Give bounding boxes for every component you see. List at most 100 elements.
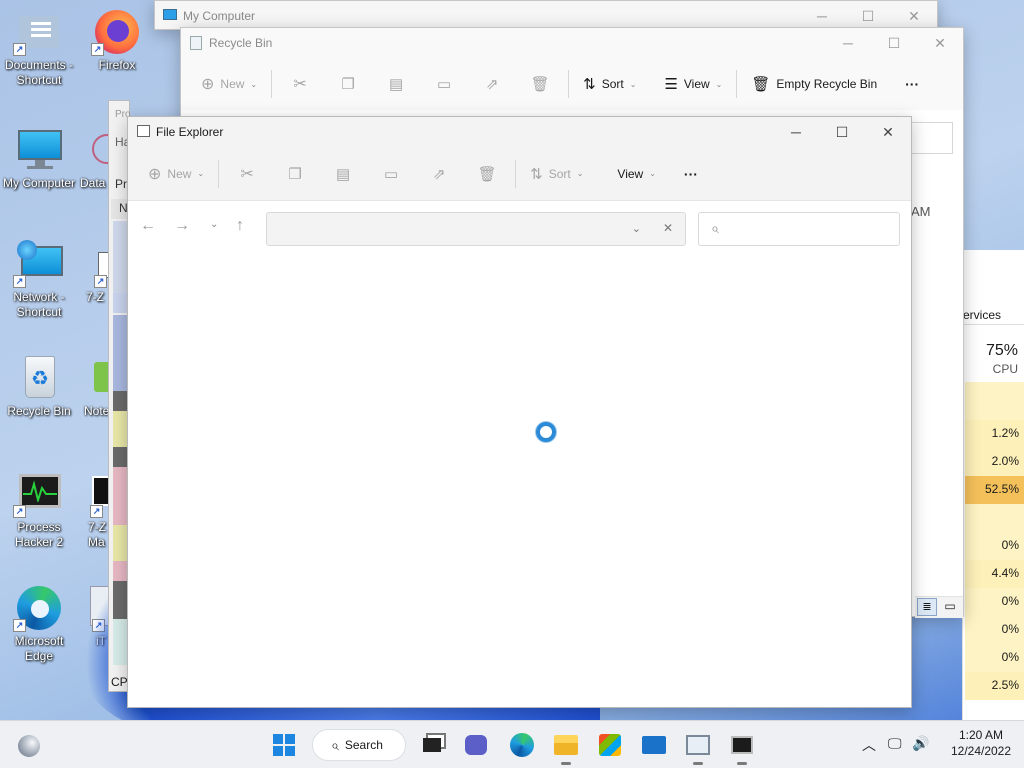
view-button[interactable]: ☰ View ⌄ [654, 68, 732, 100]
trash-icon: 🗑 [530, 76, 550, 93]
file-explorer-icon [137, 125, 150, 137]
forward-arrow-icon[interactable]: → [174, 217, 190, 235]
chevron-up-icon[interactable]: ︿ [862, 735, 876, 755]
more-label: ··· [905, 76, 920, 92]
desktop-icon-notepad[interactable]: Note [78, 354, 108, 419]
sort-button[interactable]: ⇅ Sort ⌄ [573, 68, 646, 100]
plus-circle-icon: ⊕ [148, 165, 162, 183]
edge-icon: ↗ [13, 584, 63, 632]
rename-button[interactable]: ▭ [367, 158, 415, 190]
copy-button[interactable]: ❐ [324, 68, 372, 100]
mail-taskbar-button[interactable] [638, 729, 670, 761]
tiles-view-icon[interactable]: ▭ [941, 598, 959, 616]
recycle-bin-toolbar: ⊕ New ⌄ ✂ ❐ ▤ ▭ ⇗ 🗑 ⇅ Sort ⌄ ☰ View ⌄ 🗑 Empty R… [181, 58, 963, 110]
desktop-icon-firefox[interactable]: ↗ Firefox [78, 8, 156, 73]
address-bar[interactable]: ⌄ ✕ [266, 212, 686, 246]
network-icon[interactable]: 🖵 [888, 735, 902, 752]
clear-icon[interactable]: ✕ [663, 221, 673, 235]
chevron-down-icon[interactable]: ⌄ [632, 222, 641, 235]
desktop-icon-recycle-bin[interactable]: ♻ Recycle Bin [0, 354, 78, 419]
up-arrow-icon[interactable]: ↑ [236, 217, 244, 235]
copy-button[interactable]: ❐ [271, 158, 319, 190]
share-button[interactable]: ⇗ [468, 68, 516, 100]
search-box-fragment[interactable] [909, 122, 953, 154]
empty-recycle-bin-button[interactable]: 🗑 Empty Recycle Bin [741, 68, 887, 100]
share-button[interactable]: ⇗ [415, 158, 463, 190]
search-input[interactable]: ⌕ [698, 212, 900, 246]
back-arrow-icon[interactable]: ← [140, 217, 156, 235]
process-monitor-taskbar-button[interactable] [682, 729, 714, 765]
folder-icon [554, 735, 578, 755]
desktop-icon-documents[interactable]: ↗ Documents - Shortcut [0, 8, 78, 88]
task-view-button[interactable] [416, 729, 448, 761]
paste-button[interactable]: ▤ [319, 158, 367, 190]
cpu-cell: 0% [965, 644, 1024, 672]
desktop-icon-7zip[interactable]: ↗ 7-Z [78, 240, 108, 305]
view-label: View [617, 166, 644, 181]
cut-button[interactable]: ✂ [223, 158, 271, 190]
cpu-cell: 2.0% [965, 448, 1024, 476]
chevron-down-icon: ⌄ [715, 79, 723, 89]
sort-button[interactable]: ⇅ Sort ⌄ [520, 158, 593, 190]
maximize-button[interactable]: ☐ [819, 117, 865, 147]
time-fragment: AM [911, 204, 931, 219]
rename-button[interactable]: ▭ [420, 68, 468, 100]
more-label: ··· [683, 165, 698, 182]
firefox-icon: ↗ [91, 8, 141, 56]
paste-button[interactable]: ▤ [372, 68, 420, 100]
cpu-cell: 52.5% [965, 476, 1024, 504]
cpu-cell: 4.4% [965, 560, 1024, 588]
start-button[interactable] [268, 729, 300, 761]
file-explorer-window[interactable]: File Explorer ─ ☐ ✕ ⊕ New ⌄ ✂ ❐ ▤ ▭ ⇗ 🗑 ⇅ S… [127, 116, 912, 708]
clipboard-icon: ▤ [389, 76, 404, 93]
plus-circle-icon: ⊕ [201, 76, 215, 93]
file-explorer-titlebar[interactable]: File Explorer ─ ☐ ✕ [128, 117, 911, 147]
cpu-column-header: CPU [992, 362, 1018, 376]
my-computer-window[interactable]: My Computer ─ ☐ ✕ [154, 0, 938, 30]
task-manager-fragment[interactable]: ervices 75% CPU 1.2% 2.0% 52.5% 0% 4.4% … [962, 250, 1024, 720]
desktop-icon-data[interactable]: Data [78, 126, 108, 191]
trash-icon: 🗑 [751, 76, 771, 93]
edge-taskbar-button[interactable] [506, 729, 538, 761]
close-button[interactable]: ✕ [917, 28, 963, 58]
cut-button[interactable]: ✂ [276, 68, 324, 100]
desktop-icon-edge[interactable]: ↗ Microsoft Edge [0, 584, 78, 664]
delete-button[interactable]: 🗑 [463, 158, 511, 190]
search-icon: ⌕ [711, 220, 719, 236]
more-options-button[interactable]: ··· [895, 68, 929, 100]
sort-label: Sort [601, 77, 624, 91]
view-button[interactable]: View ⌄ [607, 158, 666, 190]
recent-locations-chevron-icon[interactable]: ⌄ [210, 219, 218, 230]
teams-chat-button[interactable] [460, 729, 492, 761]
search-button[interactable]: ⌕ Search [312, 729, 406, 761]
recycle-bin-titlebar[interactable]: Recycle Bin ─ ☐ ✕ [181, 28, 963, 58]
minimize-button[interactable]: ─ [773, 117, 819, 147]
desktop-icon-label: Network - Shortcut [13, 290, 65, 319]
tab-services[interactable]: ervices [963, 308, 1001, 322]
desktop-icon-7zip-manager[interactable]: ↗ 7-Z Ma [78, 470, 108, 550]
widgets-icon[interactable] [18, 735, 40, 757]
file-explorer-taskbar-button[interactable] [550, 729, 582, 765]
monitor-icon [163, 9, 177, 20]
desktop-icon-my-computer[interactable]: My Computer [0, 126, 78, 191]
minimize-button[interactable]: ─ [825, 28, 871, 58]
recycle-bin-icon: ♻ [15, 354, 63, 400]
details-view-icon[interactable]: ≣ [917, 598, 937, 616]
close-button[interactable]: ✕ [865, 117, 911, 147]
more-options-button[interactable]: ··· [674, 158, 708, 190]
volume-icon[interactable]: 🔊 [912, 735, 929, 752]
share-icon: ⇗ [432, 165, 446, 183]
new-button[interactable]: ⊕ New ⌄ [138, 158, 214, 190]
clock[interactable]: 1:20 AM 12/24/2022 [938, 727, 1024, 759]
maximize-button[interactable]: ☐ [871, 28, 917, 58]
process-hacker-taskbar-button[interactable] [726, 729, 758, 765]
delete-button[interactable]: 🗑 [516, 68, 564, 100]
store-taskbar-button[interactable] [594, 729, 626, 761]
folder-icon: ↗ [13, 8, 63, 56]
desktop-icon-network[interactable]: ↗ Network - Shortcut [0, 240, 78, 320]
new-button[interactable]: ⊕ New ⌄ [191, 68, 267, 100]
desktop-icon-process-hacker[interactable]: ↗ Process Hacker 2 [0, 470, 78, 550]
sort-icon: ⇅ [583, 76, 596, 93]
desktop-icon-label: 7-Z [86, 290, 104, 304]
notepad-icon [88, 354, 108, 400]
